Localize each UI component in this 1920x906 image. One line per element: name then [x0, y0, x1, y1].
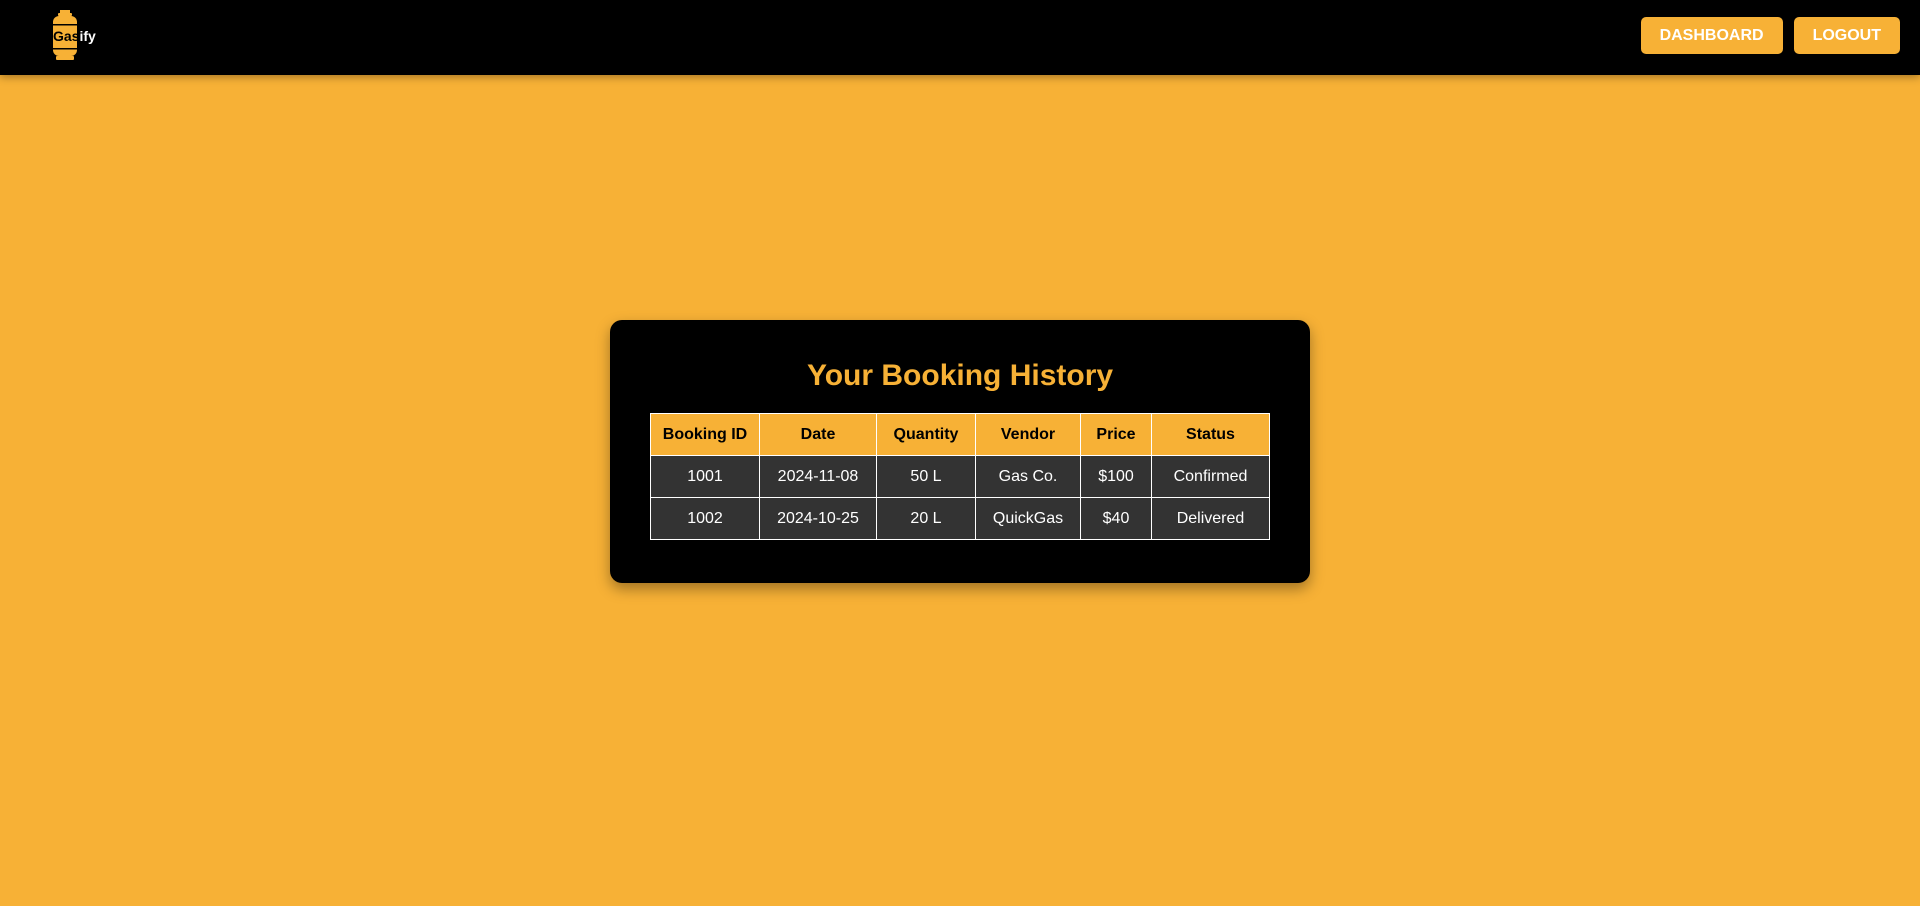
table-row: 1001 2024-11-08 50 L Gas Co. $100 Confir… [650, 455, 1270, 498]
brand-suffix: ify [79, 28, 96, 44]
cell-quantity: 50 L [876, 455, 976, 498]
brand-prefix: Gas [53, 28, 80, 44]
page-title: Your Booking History [806, 359, 1114, 392]
column-header-quantity: Quantity [876, 413, 976, 456]
navbar: Gasify DASHBOARD LOGOUT [0, 0, 1920, 75]
column-header-price: Price [1080, 413, 1152, 456]
column-header-date: Date [759, 413, 877, 456]
logout-button[interactable]: LOGOUT [1793, 17, 1900, 54]
cell-status: Confirmed [1151, 455, 1270, 498]
cell-booking-id: 1001 [650, 455, 760, 498]
cell-price: $100 [1080, 455, 1152, 498]
cell-vendor: Gas Co. [975, 455, 1081, 498]
cell-vendor: QuickGas [975, 497, 1081, 540]
cell-date: 2024-11-08 [759, 455, 877, 498]
brand-logo[interactable]: Gasify [50, 10, 110, 62]
brand-name: Gasify [53, 29, 96, 43]
table-header-row: Booking ID Date Quantity Vendor Price St… [650, 413, 1270, 456]
column-header-vendor: Vendor [975, 413, 1081, 456]
table-row: 1002 2024-10-25 20 L QuickGas $40 Delive… [650, 497, 1270, 540]
column-header-status: Status [1151, 413, 1270, 456]
cell-date: 2024-10-25 [759, 497, 877, 540]
cell-booking-id: 1002 [650, 497, 760, 540]
cell-price: $40 [1080, 497, 1152, 540]
nav-buttons: DASHBOARD LOGOUT [1640, 17, 1900, 54]
column-header-booking-id: Booking ID [650, 413, 760, 456]
cell-quantity: 20 L [876, 497, 976, 540]
booking-history-table: Booking ID Date Quantity Vendor Price St… [650, 413, 1270, 540]
dashboard-button[interactable]: DASHBOARD [1640, 17, 1783, 54]
cell-status: Delivered [1151, 497, 1270, 540]
